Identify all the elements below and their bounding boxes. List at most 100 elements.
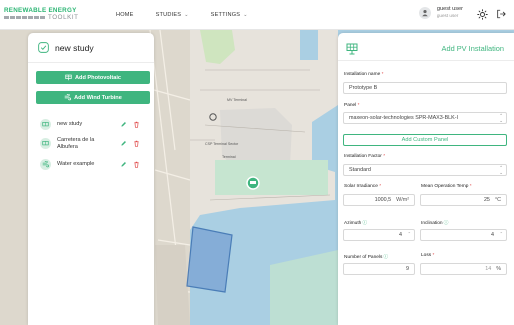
list-item[interactable]: new study xyxy=(40,119,150,130)
add-custom-panel-button[interactable]: Add Custom Panel xyxy=(343,134,507,146)
num-panels-field[interactable]: 9 xyxy=(343,263,415,275)
edit-icon[interactable] xyxy=(120,121,127,128)
add-photovoltaic-button[interactable]: Add Photovoltaic xyxy=(36,71,150,84)
installation-factor-value: Standard xyxy=(349,167,371,173)
stepper-arrows-icon[interactable]: ⌃ xyxy=(408,232,411,236)
add-wind-turbine-button[interactable]: Add Wind Turbine xyxy=(36,91,150,104)
num-panels-label-text: Number of Panels xyxy=(344,255,383,260)
required-marker: * xyxy=(381,72,384,77)
nav-studies-label: STUDIES xyxy=(155,11,182,18)
solar-panel-icon xyxy=(40,119,51,130)
map-label-terminal: Terminal xyxy=(222,155,236,159)
avatar xyxy=(418,7,431,19)
num-panels-value: 9 xyxy=(406,266,409,272)
inclination-field[interactable]: 4 ⌃ xyxy=(420,229,507,241)
solar-irradiance-label-text: Solar Irradiance xyxy=(344,184,378,189)
list-item[interactable]: Water example xyxy=(40,159,150,170)
info-icon[interactable]: ⓘ xyxy=(362,221,367,226)
logout-button[interactable] xyxy=(495,8,507,20)
map-label-csp-terminal: CSP Terminal Sector xyxy=(205,142,239,146)
azimuth-field[interactable]: 4 ⌃ xyxy=(343,229,415,241)
panel-label: Panel * xyxy=(344,103,360,108)
panel-label-text: Panel xyxy=(344,103,357,108)
sun-icon xyxy=(476,8,488,20)
inclination-label-text: Inclination xyxy=(421,221,443,226)
nav-home[interactable]: HOME xyxy=(116,12,134,18)
mean-temp-value: 25 xyxy=(483,197,490,203)
trash-icon[interactable] xyxy=(133,140,140,148)
item-actions xyxy=(120,121,140,128)
info-icon[interactable]: ⓘ xyxy=(444,221,449,226)
installation-name-label: Installation name * xyxy=(344,72,383,77)
nav-settings-label: SETTINGS xyxy=(210,11,241,18)
required-marker: * xyxy=(383,154,386,159)
user-info: guest user guest user xyxy=(437,7,463,18)
divider xyxy=(28,62,154,63)
stepper-arrows-icon[interactable]: ⌃ xyxy=(500,232,503,236)
installation-factor-select[interactable]: Standard ⌃ ⌄ xyxy=(343,164,507,176)
nav-settings[interactable]: SETTINGS ⌄ xyxy=(211,12,248,18)
required-marker: * xyxy=(357,103,360,108)
installation-name-label-text: Installation name xyxy=(344,72,381,77)
installation-name-field[interactable]: Prototype B xyxy=(343,82,507,94)
nav-home-label: HOME xyxy=(116,11,134,18)
panel-select[interactable]: maxeon-solar-technologies SPR-MAX3-BLK-I… xyxy=(343,112,507,124)
logo-subtitle-text: TOOLKIT xyxy=(48,14,79,22)
solar-irradiance-value: 1000,5 xyxy=(374,197,392,203)
mean-temp-unit: °C xyxy=(494,197,501,203)
solar-panel-icon xyxy=(65,74,72,81)
chevron-down-icon: ⌄ xyxy=(184,11,189,18)
logo-subtitle: TOOLKIT xyxy=(4,14,104,22)
trash-icon[interactable] xyxy=(133,161,140,168)
study-title: new study xyxy=(55,42,94,53)
mean-temp-label-text: Mean Operation Temp xyxy=(421,184,469,189)
solar-panel-icon xyxy=(346,43,358,55)
required-marker: * xyxy=(469,184,472,189)
installation-factor-label: Installation Factor * xyxy=(344,154,385,159)
wind-turbine-icon xyxy=(40,159,51,170)
solar-irradiance-label: Solar Irradiance * xyxy=(344,184,381,189)
map-label-mv-terminal: MV Terminal xyxy=(227,98,247,102)
azimuth-value: 4 xyxy=(399,232,402,238)
form-header: Add PV Installation xyxy=(338,33,514,61)
solar-irradiance-field[interactable]: 1000,5 W/m² xyxy=(343,194,415,206)
loss-unit: % xyxy=(496,266,501,272)
user-menu[interactable]: guest user guest user xyxy=(418,7,463,19)
edit-icon[interactable] xyxy=(120,140,127,147)
select-arrows-icon: ⌃ ⌄ xyxy=(499,113,503,123)
required-marker: * xyxy=(379,184,382,189)
list-item-label: Water example xyxy=(57,161,95,167)
select-arrows-icon: ⌃ ⌄ xyxy=(499,165,503,175)
user-role: guest user xyxy=(436,13,459,18)
item-actions xyxy=(120,140,140,148)
logo[interactable]: RENEWABLE ENERGY TOOLKIT xyxy=(4,7,104,22)
study-sidebar: new study Add Photovoltaic Add Wind Turb… xyxy=(28,33,154,325)
edit-icon[interactable] xyxy=(120,161,127,168)
top-bar: RENEWABLE ENERGY TOOLKIT HOME STUDIES ⌄ S… xyxy=(0,0,514,30)
mean-temp-field[interactable]: 25 °C xyxy=(420,194,507,206)
add-photovoltaic-label: Add Photovoltaic xyxy=(75,74,121,81)
trash-icon[interactable] xyxy=(133,121,140,128)
theme-toggle-button[interactable] xyxy=(476,8,488,20)
wind-turbine-icon xyxy=(64,94,72,101)
mean-temp-label: Mean Operation Temp * xyxy=(421,184,472,189)
form-title: Add PV Installation xyxy=(441,44,504,53)
sidebar-header: new study xyxy=(28,33,154,53)
add-wind-turbine-label: Add Wind Turbine xyxy=(74,94,122,101)
loss-field[interactable]: 14% xyxy=(420,263,507,275)
chevron-down-icon: ⌄ xyxy=(243,11,248,18)
logout-icon xyxy=(497,9,506,19)
loss-label-text: Loss xyxy=(421,253,432,258)
info-icon[interactable]: ⓘ xyxy=(383,255,388,260)
loss-label: Loss * xyxy=(421,253,434,258)
panel-select-value: maxeon-solar-technologies SPR-MAX3-BLK-I xyxy=(349,115,459,121)
list-item-label: new study xyxy=(57,121,83,127)
required-marker: * xyxy=(432,253,435,258)
main-nav: HOME STUDIES ⌄ SETTINGS ⌄ xyxy=(116,12,270,18)
num-panels-label: Number of Panelsⓘ xyxy=(344,253,388,260)
list-item[interactable]: Carretera de la Albufera xyxy=(40,137,150,151)
azimuth-label: Azimuthⓘ xyxy=(344,219,367,226)
installation-factor-label-text: Installation Factor xyxy=(344,154,382,159)
nav-studies[interactable]: STUDIES ⌄ xyxy=(156,12,189,18)
inclination-value: 4 xyxy=(491,232,494,238)
